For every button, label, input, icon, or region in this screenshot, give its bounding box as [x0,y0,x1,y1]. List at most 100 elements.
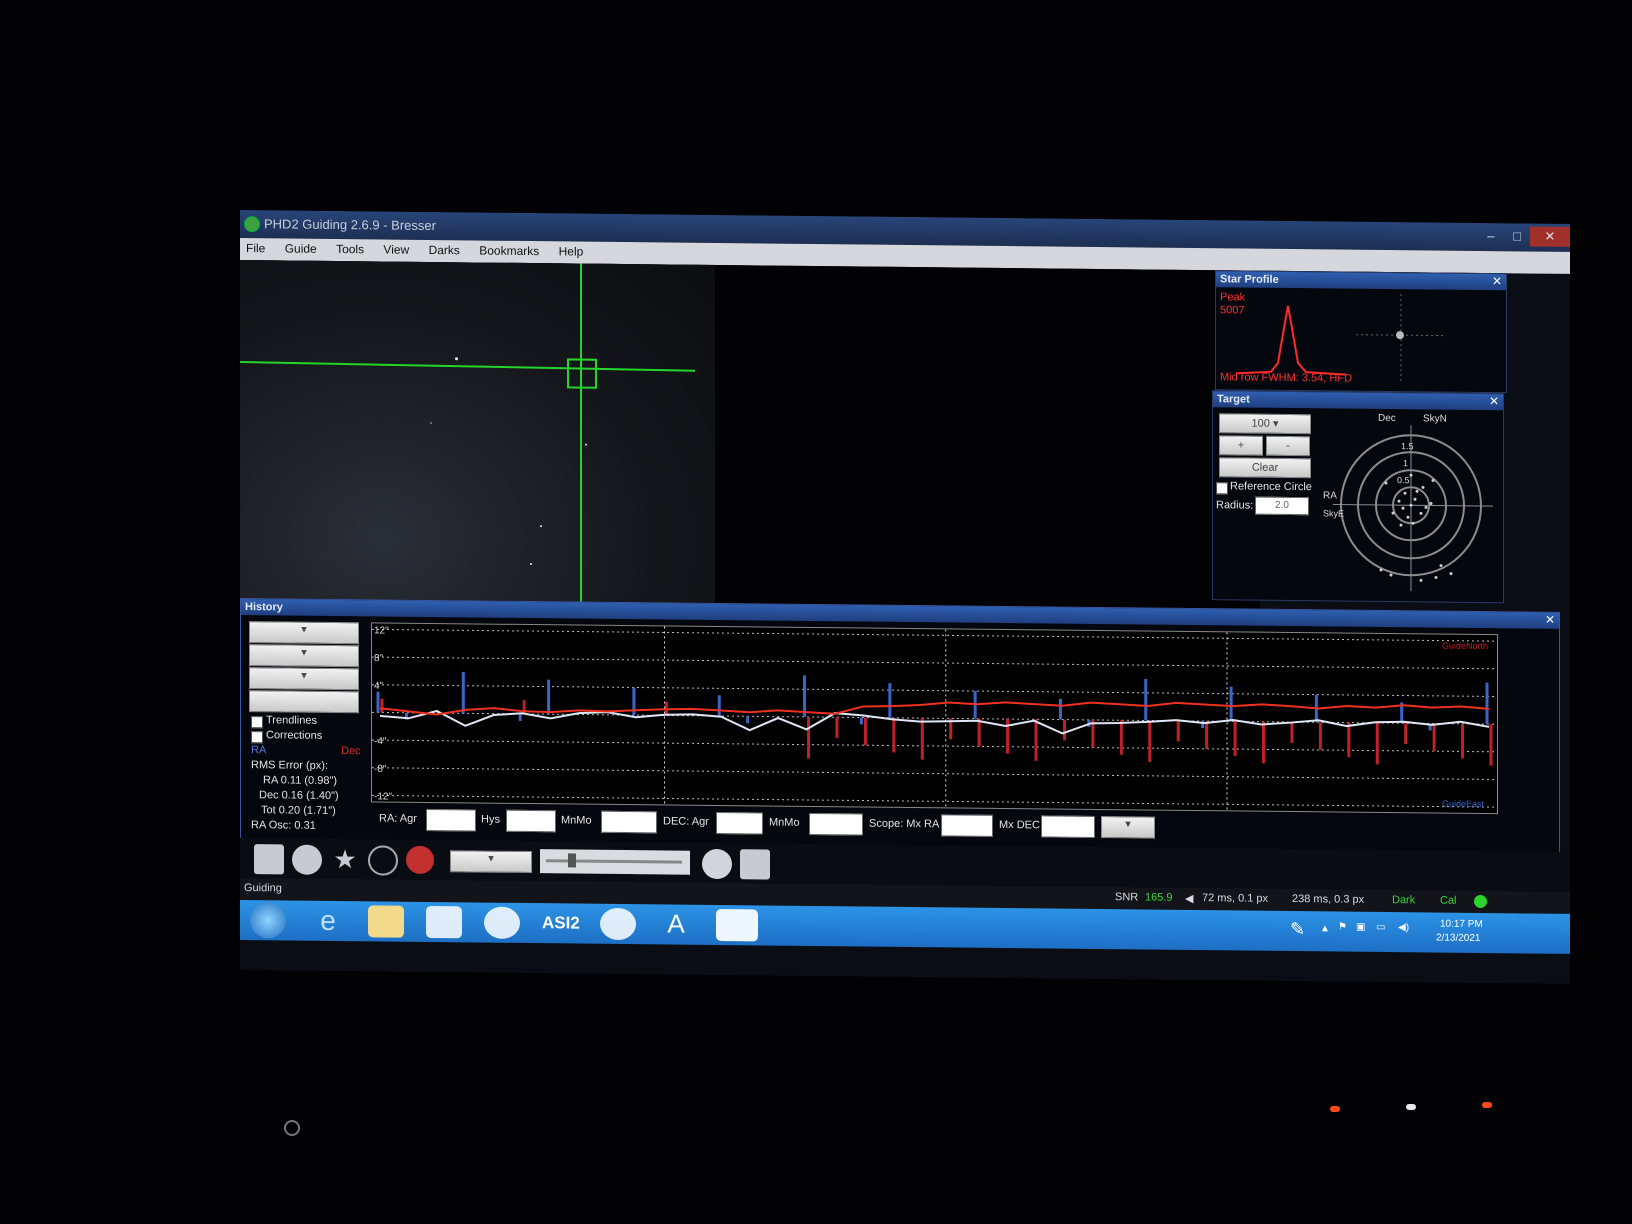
loop-icon[interactable] [292,844,322,875]
target-point [1406,515,1410,519]
dec-mnmo-input[interactable] [809,812,863,836]
dec-correction-bar [835,717,839,739]
ring-label-2: 1.5 [1401,441,1414,451]
pen-icon[interactable]: ✎ [1290,919,1305,940]
menu-file[interactable]: File [240,238,275,255]
dec-correction-bar [1318,722,1322,750]
exposure-dropdown[interactable]: ▾ [450,850,532,874]
slider-thumb[interactable] [568,853,576,868]
clock-time: 10:17 PM [1440,918,1483,931]
dec-correction-bar [920,718,924,760]
start-button[interactable] [250,902,286,939]
target-point [1434,576,1438,580]
scope-mx-ra-label: Scope: Mx RA [869,817,940,831]
dec-correction-bar [892,717,896,753]
dec-pulse: 238 ms, 0.3 px [1292,893,1365,906]
close-icon[interactable]: ✕ [1492,274,1502,288]
camera-view[interactable] [240,260,1260,616]
menu-view[interactable]: View [377,239,419,257]
ra-agr-input[interactable] [426,808,476,832]
dec-mode-dropdown[interactable]: ▾ [1101,816,1155,839]
menu-tools[interactable]: Tools [330,239,374,256]
camera-frame [240,260,715,610]
ra-correction-bar [803,675,807,717]
menu-bookmarks[interactable]: Bookmarks [473,240,549,259]
ra-legend: RA [251,744,267,757]
app-icon[interactable] [600,907,636,941]
target-point [1401,506,1405,510]
y-tick-label: 8" [374,653,384,664]
y-tick-label: -12" [374,791,392,802]
monitor-led [1330,1106,1340,1112]
zoom-dropdown[interactable]: 100 ▾ [1219,413,1311,435]
app-icon[interactable] [484,906,520,939]
advisor-icon[interactable] [702,848,732,880]
hys-label: Hys [481,813,500,826]
reference-circle-checkbox[interactable] [1216,482,1228,495]
menu-guide[interactable]: Guide [279,238,327,256]
ra-correction-bar [1229,686,1233,722]
ra-mnmo-input[interactable] [601,810,657,834]
grid-line-h [372,767,1497,780]
history-pane: History ✕ ▾ ▾ ▾ Trendlines Corrections R… [240,598,1560,854]
clear-button[interactable]: Clear [1219,457,1311,479]
star [530,563,532,566]
network-icon[interactable]: ▣ [1356,922,1365,933]
file-explorer-icon[interactable] [368,905,404,938]
settings-dropdown[interactable]: ▾ [249,667,359,691]
internet-explorer-icon[interactable]: e [310,905,346,937]
zoom-in-button[interactable]: + [1219,435,1263,456]
dec-correction-bar [1290,722,1294,743]
maximize-button[interactable]: □ [1504,226,1530,246]
snr-label: SNR [1115,891,1139,904]
clear-history-button[interactable] [249,690,359,714]
target-pane: Target ✕ 100 ▾ + - Clear Reference Circl… [1212,390,1504,604]
corrections-checkbox[interactable] [251,731,263,744]
mx-dec-input[interactable] [1041,815,1095,838]
volume-icon[interactable]: ◀) [1398,922,1409,933]
app-icon[interactable] [426,905,462,939]
target-point [1419,511,1423,515]
chevron-up-icon[interactable]: ▲ [1320,923,1330,934]
ra-correction-bar [518,713,522,721]
y-scale-dropdown[interactable]: ▾ [249,644,359,668]
gamma-slider[interactable] [540,849,690,875]
skye-axis-label: SkyE [1323,508,1344,518]
dec-agr-input[interactable] [716,811,763,835]
use-dark-button[interactable] [254,844,284,875]
target-point [1413,497,1417,501]
cal-indicator: Cal [1440,894,1457,907]
dec-correction-bar [1205,721,1209,749]
stop-icon[interactable] [406,845,434,875]
auto-select-star-icon[interactable]: ★ [330,844,360,875]
target-point [1403,491,1407,495]
menu-help[interactable]: Help [553,241,594,258]
guide-target-icon[interactable] [368,845,398,876]
hys-input[interactable] [506,809,556,833]
asistudio-icon[interactable]: ASI2 [542,907,580,939]
power-icon[interactable] [284,1120,300,1136]
minimize-button[interactable]: – [1478,226,1504,246]
brain-icon[interactable] [740,849,770,880]
target-point [1399,523,1403,527]
menu-darks[interactable]: Darks [423,240,470,257]
star [540,525,542,528]
ra-mnmo-label: MnMo [561,814,592,827]
close-icon[interactable]: ✕ [1489,394,1499,408]
zoom-out-button[interactable]: - [1266,435,1310,457]
star [430,421,432,425]
trendlines-checkbox[interactable] [251,716,263,729]
mx-ra-input[interactable] [941,814,993,837]
acrobat-icon[interactable]: A [658,908,694,940]
flag-icon[interactable]: ⚑ [1338,921,1347,932]
x-scale-dropdown[interactable]: ▾ [249,621,359,645]
dec-correction-bar [1432,723,1436,752]
phd2-taskbar-icon[interactable] [716,908,758,942]
close-button[interactable]: ✕ [1530,226,1570,247]
radius-input[interactable]: 2.0 [1255,496,1309,516]
rms-title: RMS Error (px): [251,759,328,772]
battery-icon[interactable]: ▭ [1376,922,1385,933]
target-plot: Dec SkyN RA SkyE 1.5 1 0.5 [1323,413,1493,592]
close-icon[interactable]: ✕ [1545,613,1555,627]
ra-correction-bar [547,679,551,715]
